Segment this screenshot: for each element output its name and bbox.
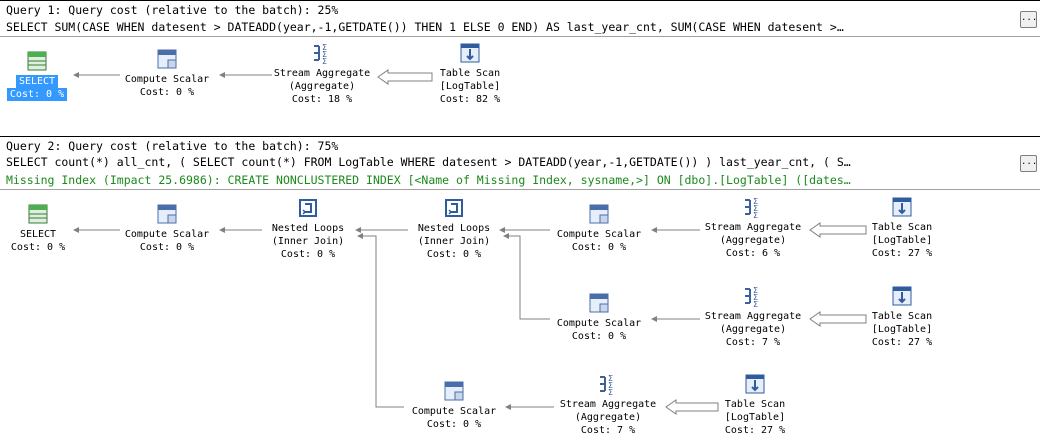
compute-scalar-icon [589,204,609,224]
svg-text:Σ: Σ [753,211,758,219]
stream-aggregate-icon: Σ Σ Σ [745,286,758,308]
nested-loops-icon [445,199,463,217]
compute-scalar-icon [157,204,177,224]
select-cost: Cost: 0 % [10,242,66,253]
q2-nested-loops-node-1[interactable]: Nested Loops (Inner Join) Cost: 0 % [248,196,368,261]
compute-scalar-title: Compute Scalar [124,229,210,240]
q2-compute-scalar-node-1[interactable]: Compute Scalar Cost: 0 % [107,202,227,254]
compute-scalar-title: Compute Scalar [556,318,642,329]
q1-stream-aggregate-node[interactable]: Σ Σ Σ Stream Aggregate (Aggregate) Cost:… [262,41,382,106]
table-scan-cost: Cost: 27 % [871,248,933,259]
q2-select-node[interactable]: SELECT Cost: 0 % [0,202,98,254]
q2-nested-loops-node-2[interactable]: Nested Loops (Inner Join) Cost: 0 % [394,196,514,261]
compute-scalar-cost: Cost: 0 % [571,331,627,342]
table-scan-sub: [LogTable] [439,81,501,92]
nested-loops-icon [299,199,317,217]
stream-aggregate-cost: Cost: 7 % [725,337,781,348]
stream-aggregate-title: Stream Aggregate [559,399,657,410]
nested-loops-cost: Cost: 0 % [280,249,336,260]
compute-scalar-icon [589,293,609,313]
q1-select-node[interactable]: SELECT Cost: 0 % [0,49,97,101]
svg-text:Σ: Σ [608,388,613,396]
table-scan-cost: Cost: 82 % [439,94,501,105]
q2-table-scan-node-c[interactable]: Table Scan [LogTable] Cost: 27 % [695,372,815,437]
compute-scalar-title: Compute Scalar [411,406,497,417]
svg-text:Σ: Σ [322,57,327,65]
compute-scalar-icon [444,381,464,401]
table-scan-title: Table Scan [724,399,786,410]
q2-stream-aggregate-node-b[interactable]: Σ Σ Σ Stream Aggregate (Aggregate) Cost:… [693,284,813,349]
stream-aggregate-sub: (Aggregate) [288,81,356,92]
select-icon [27,51,47,71]
stream-aggregate-sub: (Aggregate) [574,412,642,423]
stream-aggregate-icon: Σ Σ Σ [314,43,327,65]
table-scan-sub: [LogTable] [871,235,933,246]
table-scan-sub: [LogTable] [724,412,786,423]
table-scan-title: Table Scan [439,68,501,79]
q2-stream-aggregate-node-a[interactable]: Σ Σ Σ Stream Aggregate (Aggregate) Cost:… [693,195,813,260]
compute-scalar-cost: Cost: 0 % [139,242,195,253]
stream-aggregate-title: Stream Aggregate [704,311,802,322]
q2-compute-scalar-node-b[interactable]: Compute Scalar Cost: 0 % [539,291,659,343]
q1-table-scan-node[interactable]: Table Scan [LogTable] Cost: 82 % [410,41,530,106]
compute-scalar-title: Compute Scalar [556,229,642,240]
select-title: SELECT [15,75,59,88]
table-scan-icon [460,43,480,63]
stream-aggregate-icon: Σ Σ Σ [745,197,758,219]
stream-aggregate-cost: Cost: 7 % [580,425,636,436]
stream-aggregate-sub: (Aggregate) [719,324,787,335]
table-scan-title: Table Scan [871,222,933,233]
compute-scalar-title: Compute Scalar [124,74,210,85]
nested-loops-title: Nested Loops [417,223,491,234]
select-icon [28,204,48,224]
table-scan-icon [745,374,765,394]
q2-table-scan-node-a[interactable]: Table Scan [LogTable] Cost: 27 % [842,195,962,260]
select-title: SELECT [19,229,57,240]
stream-aggregate-icon: Σ Σ Σ [600,374,613,396]
table-scan-sub: [LogTable] [871,324,933,335]
compute-scalar-cost: Cost: 0 % [139,87,195,98]
nested-loops-title: Nested Loops [271,223,345,234]
q2-stream-aggregate-node-c[interactable]: Σ Σ Σ Stream Aggregate (Aggregate) Cost:… [548,372,668,437]
q2-compute-scalar-node-c[interactable]: Compute Scalar Cost: 0 % [394,379,514,431]
nested-loops-cost: Cost: 0 % [426,249,482,260]
q2-compute-scalar-node-a[interactable]: Compute Scalar Cost: 0 % [539,202,659,254]
compute-scalar-cost: Cost: 0 % [426,419,482,430]
compute-scalar-icon [157,49,177,69]
stream-aggregate-title: Stream Aggregate [704,222,802,233]
q2-table-scan-node-b[interactable]: Table Scan [LogTable] Cost: 27 % [842,284,962,349]
table-scan-cost: Cost: 27 % [724,425,786,436]
stream-aggregate-title: Stream Aggregate [273,68,371,79]
svg-text:Σ: Σ [753,300,758,308]
table-scan-cost: Cost: 27 % [871,337,933,348]
select-cost: Cost: 0 % [6,88,68,101]
stream-aggregate-cost: Cost: 6 % [725,248,781,259]
nested-loops-sub: (Inner Join) [271,236,345,247]
compute-scalar-cost: Cost: 0 % [571,242,627,253]
nested-loops-sub: (Inner Join) [417,236,491,247]
stream-aggregate-sub: (Aggregate) [719,235,787,246]
table-scan-title: Table Scan [871,311,933,322]
table-scan-icon [892,286,912,306]
table-scan-icon [892,197,912,217]
q1-compute-scalar-node[interactable]: Compute Scalar Cost: 0 % [107,47,227,99]
stream-aggregate-cost: Cost: 18 % [291,94,353,105]
